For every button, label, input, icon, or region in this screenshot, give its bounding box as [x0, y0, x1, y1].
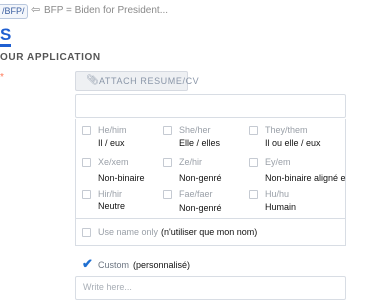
- pronoun-option-label: He/him: [98, 125, 127, 135]
- pronoun-option-label: Hir/hir: [98, 189, 122, 199]
- pronoun-checkbox-fae-faer[interactable]: [163, 190, 172, 199]
- attach-resume-button[interactable]: 📎︎ ATTACH RESUME/CV: [75, 71, 199, 91]
- breadcrumb-tag[interactable]: /BFP/: [0, 4, 28, 19]
- pronoun-checkbox-they-them[interactable]: [249, 126, 258, 135]
- logo: S: [0, 25, 11, 44]
- paperclip-icon: 📎︎: [86, 75, 100, 86]
- custom-translation: (personnalisé): [133, 260, 191, 270]
- pronoun-checkbox-he-him[interactable]: [82, 126, 91, 135]
- use-name-only-label: Use name only: [98, 227, 159, 237]
- pronoun-checkbox-hu-hu[interactable]: [249, 190, 258, 199]
- pronoun-option-label: She/her: [179, 125, 211, 135]
- pronoun-option-translation: Il / eux: [98, 138, 125, 148]
- custom-pronoun-placeholder: Write here...: [83, 282, 132, 292]
- pronoun-checkbox-ey-em[interactable]: [249, 158, 258, 167]
- pronoun-option-translation: Humain: [265, 202, 297, 212]
- pronoun-option-label: Hu/hu: [265, 189, 290, 199]
- pronoun-checkbox-ze-hir[interactable]: [163, 158, 172, 167]
- pronoun-checkbox-hir-hir[interactable]: [82, 190, 91, 199]
- resume-text-input[interactable]: [75, 94, 346, 118]
- pronoun-option-label: Ey/em: [265, 157, 291, 167]
- pronoun-option-translation: Non-genré: [179, 173, 222, 183]
- checkmark-icon[interactable]: ✔: [82, 257, 93, 270]
- pronoun-option-translation: Elle / elles: [179, 138, 221, 148]
- pronoun-option-translation: Non-binaire: [98, 173, 145, 183]
- custom-label: Custom: [98, 260, 130, 270]
- required-marker: *: [0, 72, 4, 83]
- pronoun-option-label: Fae/faer: [179, 189, 213, 199]
- pronoun-option-label: They/them: [265, 125, 308, 135]
- use-name-only-translation: (n'utiliser que mon nom): [161, 227, 258, 237]
- logo-underline: [0, 44, 11, 47]
- pronoun-option-label: Ze/hir: [179, 157, 203, 167]
- section-title: OUR APPLICATION: [0, 52, 101, 63]
- pronoun-checkbox-xe-xem[interactable]: [82, 158, 91, 167]
- breadcrumb: BFP = Biden for President...: [44, 5, 169, 16]
- use-name-only-checkbox[interactable]: [82, 228, 91, 237]
- return-arrow-icon: ⇦: [31, 4, 41, 16]
- pronoun-checkbox-she-her[interactable]: [163, 126, 172, 135]
- pronoun-option-translation: Non-genré: [179, 203, 222, 213]
- pronoun-option-translation: Neutre: [98, 201, 126, 211]
- pronoun-option-label: Xe/xem: [98, 157, 129, 167]
- pronoun-option-translation: Non-binaire aligné e: [265, 173, 346, 183]
- attach-resume-label: ATTACH RESUME/CV: [99, 76, 200, 86]
- custom-pronoun-input[interactable]: Write here...: [75, 276, 346, 300]
- pronoun-option-translation: Il ou elle / eux: [265, 138, 321, 148]
